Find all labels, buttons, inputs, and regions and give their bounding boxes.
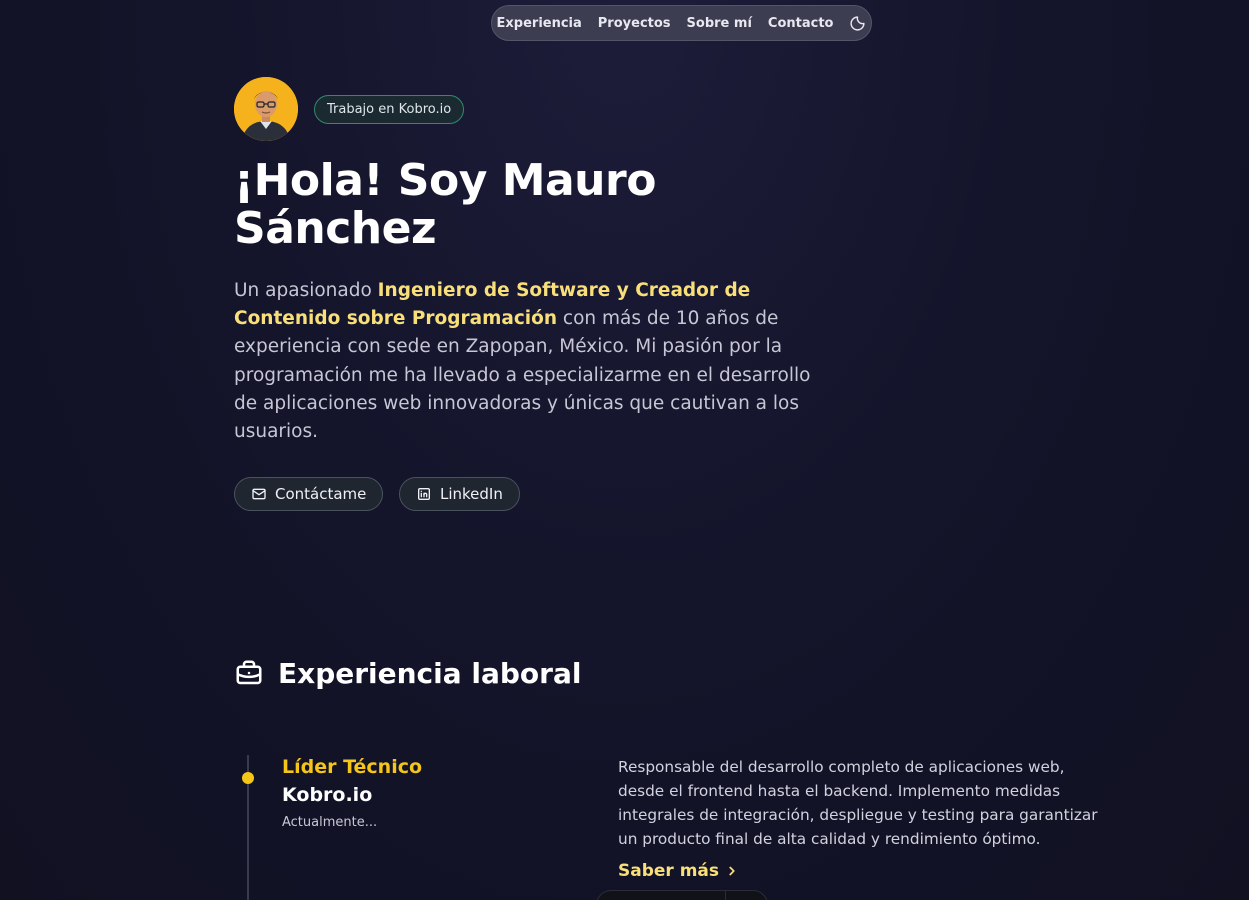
briefcase-icon	[234, 658, 264, 688]
linkedin-button-label: LinkedIn	[440, 485, 503, 503]
nav-item-experiencia[interactable]: Experiencia	[497, 16, 582, 31]
job-role: Líder Técnico	[282, 756, 423, 778]
job-description: Responsable del desarrollo completo de a…	[618, 758, 1098, 848]
saber-mas-link[interactable]: Saber más	[618, 861, 739, 881]
chevron-right-icon	[725, 864, 739, 878]
contact-button-label: Contáctame	[275, 485, 367, 503]
avatar	[234, 77, 298, 141]
job-date: Actualmente...	[282, 815, 378, 830]
nav-item-sobre-mi[interactable]: Sobre mí	[687, 16, 752, 31]
partial-floating-toolbar	[596, 890, 768, 900]
contact-button[interactable]: Contáctame	[234, 477, 383, 511]
top-nav: Experiencia Proyectos Sobre mí Contacto	[491, 5, 872, 41]
experience-heading: Experiencia laboral	[234, 655, 581, 691]
portfolio-page: Experiencia Proyectos Sobre mí Contacto …	[0, 0, 1249, 900]
mail-icon	[251, 486, 267, 502]
experience-title: Experiencia laboral	[278, 656, 582, 690]
page-title: ¡Hola! Soy Mauro Sánchez	[234, 155, 656, 254]
intro-paragraph: Un apasionado Ingeniero de Software y Cr…	[234, 277, 814, 446]
job-company: Kobro.io	[282, 784, 373, 806]
status-badge: Trabajo en Kobro.io	[314, 95, 465, 124]
saber-mas-label: Saber más	[618, 861, 720, 881]
nav-item-contacto[interactable]: Contacto	[768, 16, 834, 31]
nav-item-proyectos[interactable]: Proyectos	[598, 16, 671, 31]
intro-text-start: Un apasionado	[234, 280, 378, 301]
toolbar-divider	[725, 891, 726, 900]
moon-icon[interactable]	[849, 14, 866, 32]
timeline-dot	[242, 772, 254, 784]
linkedin-icon	[416, 486, 432, 502]
linkedin-button[interactable]: LinkedIn	[399, 477, 520, 511]
